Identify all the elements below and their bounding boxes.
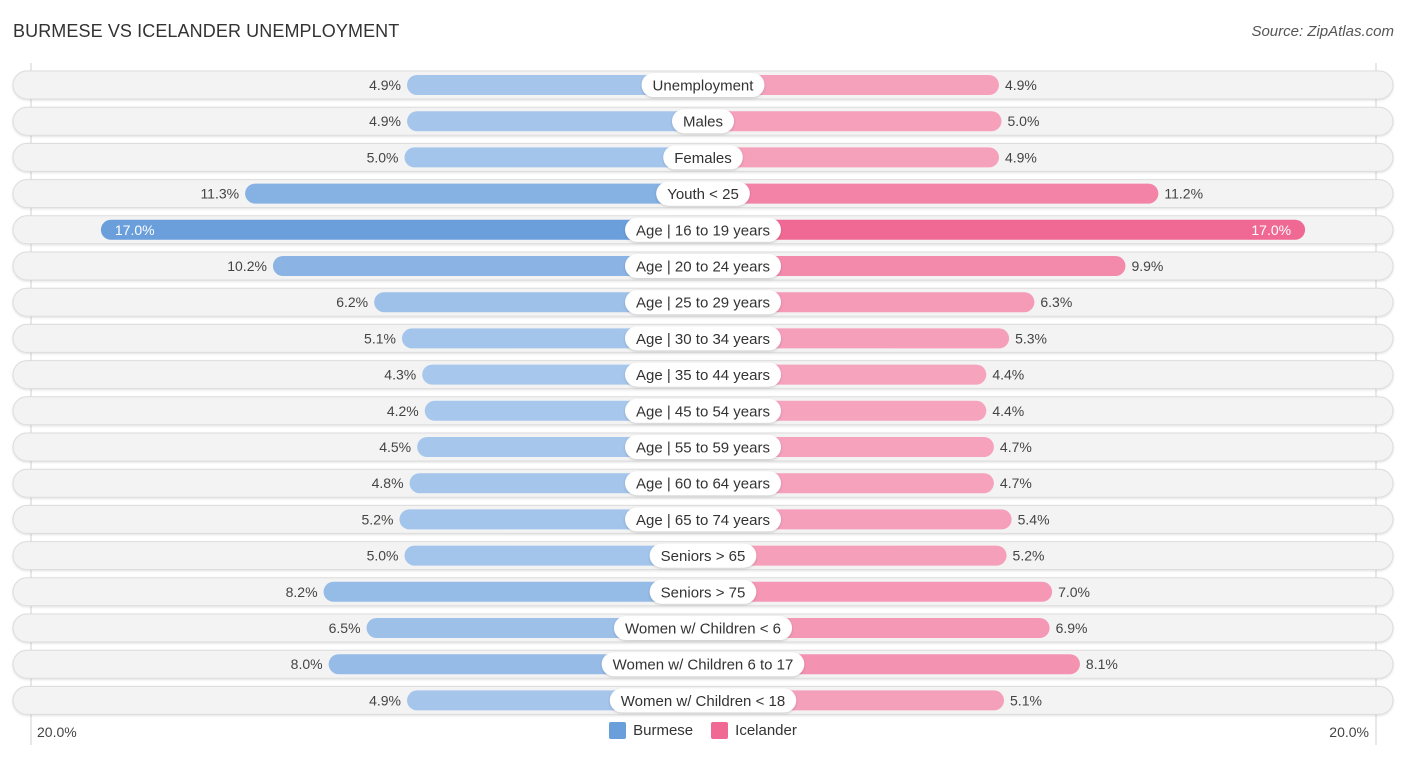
category-label: Age | 20 to 24 years [636, 259, 770, 276]
category-label: Age | 45 to 54 years [636, 403, 770, 420]
value-label-icelander: 4.4% [992, 403, 1024, 419]
value-label-burmese: 4.5% [379, 439, 411, 455]
value-label-burmese: 10.2% [227, 258, 267, 274]
legend-label-icelander: Icelander [735, 722, 797, 739]
chart-row: 5.1% 5.3% Age | 30 to 34 years [12, 323, 1394, 353]
value-label-burmese: 17.0% [115, 222, 155, 238]
chart-row: 5.0% 5.2% Seniors > 65 [12, 541, 1394, 571]
bar-burmese[interactable] [245, 183, 704, 204]
value-label-icelander: 6.9% [1056, 620, 1088, 636]
legend-label-burmese: Burmese [633, 722, 694, 739]
bar-icelander[interactable] [703, 219, 1306, 240]
chart-row: 17.0% 17.0% Age | 16 to 19 years [12, 215, 1394, 245]
category-label: Females [674, 150, 732, 167]
value-label-icelander: 5.0% [1008, 113, 1040, 129]
bar-burmese[interactable] [100, 219, 703, 240]
bar-icelander[interactable] [703, 183, 1159, 204]
category-label: Age | 35 to 44 years [636, 367, 770, 384]
value-label-icelander: 4.9% [1005, 77, 1037, 93]
value-label-burmese: 5.0% [367, 548, 399, 564]
value-label-icelander: 5.4% [1018, 511, 1050, 527]
value-label-burmese: 4.9% [369, 692, 401, 708]
value-label-icelander: 17.0% [1251, 222, 1291, 238]
value-label-burmese: 4.9% [369, 77, 401, 93]
value-label-icelander: 4.9% [1005, 149, 1037, 165]
value-label-burmese: 11.3% [200, 186, 239, 202]
bar-icelander[interactable] [703, 147, 999, 168]
value-label-burmese: 5.1% [364, 330, 396, 346]
chart-row: 5.0% 4.9% Females [12, 142, 1394, 172]
bar-icelander[interactable] [703, 111, 1002, 132]
category-label: Women w/ Children < 6 [625, 621, 781, 638]
value-label-burmese: 5.0% [367, 149, 399, 165]
category-label: Women w/ Children < 18 [621, 693, 785, 710]
chart-row: 5.2% 5.4% Age | 65 to 74 years [12, 504, 1394, 534]
chart-canvas: 4.9% 4.9%Unemployment4.9% 5.0%Males5.0% 4.9… [12, 63, 1394, 745]
value-label-icelander: 5.2% [1013, 548, 1045, 564]
chart-row: 8.0% 8.1% Women w/ Children 6 to 17 [12, 649, 1394, 679]
category-label: Seniors > 75 [661, 584, 746, 601]
chart-row: 11.3% 11.2% Youth < 25 [12, 179, 1394, 209]
value-label-burmese: 8.0% [291, 656, 323, 672]
chart-row: 6.2% 6.3% Age | 25 to 29 years [12, 287, 1394, 317]
legend-item-burmese[interactable]: Burmese [609, 722, 693, 739]
value-label-icelander: 7.0% [1058, 584, 1090, 600]
value-label-burmese: 4.9% [369, 113, 401, 129]
category-label: Age | 60 to 64 years [636, 476, 770, 493]
chart-row: 4.3% 4.4% Age | 35 to 44 years [12, 360, 1394, 390]
value-label-burmese: 4.8% [372, 475, 404, 491]
chart-row: 10.2% 9.9% Age | 20 to 24 years [12, 251, 1394, 281]
category-label: Males [683, 114, 723, 131]
value-label-icelander: 6.3% [1040, 294, 1072, 310]
value-label-icelander: 5.1% [1010, 692, 1042, 708]
value-label-burmese: 5.2% [362, 511, 394, 527]
chart-row: 4.2% 4.4% Age | 45 to 54 years [12, 396, 1394, 426]
value-label-icelander: 8.1% [1086, 656, 1118, 672]
category-label: Women w/ Children 6 to 17 [613, 657, 794, 674]
value-label-icelander: 9.9% [1131, 258, 1163, 274]
chart-row: 4.9% 5.1% Women w/ Children < 18 [12, 685, 1394, 715]
value-label-burmese: 6.2% [336, 294, 368, 310]
chart-row: 6.5% 6.9% Women w/ Children < 6 [12, 613, 1394, 643]
chart-row: 4.8% 4.7% Age | 60 to 64 years [12, 468, 1394, 498]
category-label: Seniors > 65 [661, 548, 746, 565]
value-label-burmese: 4.3% [384, 367, 416, 383]
legend: Burmese Icelander [0, 722, 1406, 739]
bar-burmese[interactable] [407, 111, 703, 132]
category-label: Age | 55 to 59 years [636, 440, 770, 457]
chart-row: 4.5% 4.7% Age | 55 to 59 years [12, 432, 1394, 462]
bar-burmese[interactable] [404, 147, 704, 168]
value-label-icelander: 4.7% [1000, 439, 1032, 455]
chart-row: 8.2% 7.0% Seniors > 75 [12, 577, 1394, 607]
value-label-burmese: 6.5% [329, 620, 361, 636]
category-label: Age | 25 to 29 years [636, 295, 770, 312]
category-label: Unemployment [653, 78, 755, 95]
chart-row: 4.9% 4.9% Unemployment [12, 70, 1394, 100]
legend-item-icelander[interactable]: Icelander [711, 722, 797, 739]
category-label: Age | 16 to 19 years [636, 222, 770, 239]
category-label: Age | 65 to 74 years [636, 512, 770, 529]
value-label-burmese: 8.2% [286, 584, 318, 600]
value-label-icelander: 11.2% [1164, 186, 1203, 202]
value-label-icelander: 4.4% [992, 367, 1024, 383]
category-label: Age | 30 to 34 years [636, 331, 770, 348]
value-label-icelander: 5.3% [1015, 330, 1047, 346]
chart-row: 4.9% 5.0% Males [12, 106, 1394, 136]
value-label-burmese: 4.2% [387, 403, 419, 419]
bar-burmese[interactable] [323, 581, 703, 602]
value-label-icelander: 4.7% [1000, 475, 1032, 491]
legend-swatch-burmese [609, 722, 627, 739]
category-label: Youth < 25 [667, 186, 739, 203]
legend-swatch-icelander [711, 722, 729, 739]
